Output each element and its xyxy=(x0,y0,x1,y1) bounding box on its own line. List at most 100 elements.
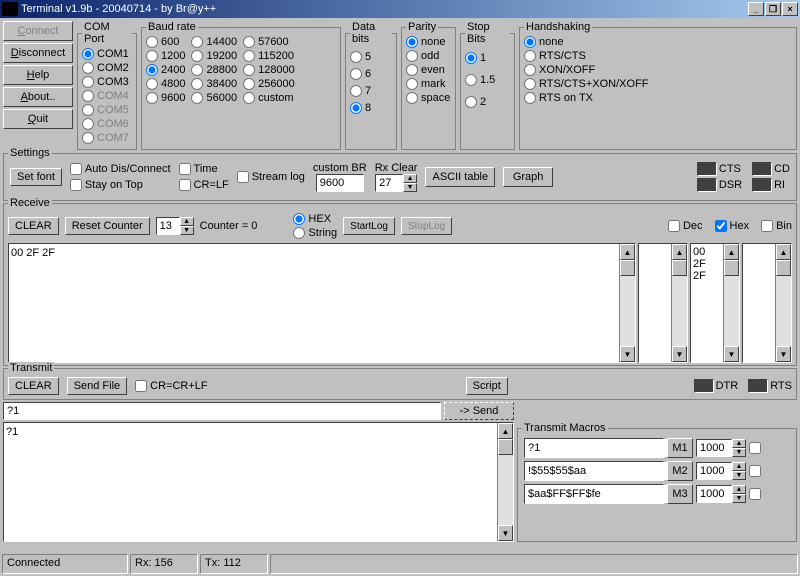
com-COM7[interactable]: COM7 xyxy=(82,131,132,145)
par-none[interactable]: none xyxy=(406,35,451,49)
hs-RTS/CTS+XON/XOFF[interactable]: RTS/CTS+XON/XOFF xyxy=(524,77,792,91)
baud-28800[interactable]: 28800 xyxy=(191,63,237,77)
autodis-check[interactable]: Auto Dis/Connect xyxy=(70,162,171,176)
macro-btn-2[interactable]: M3 xyxy=(667,484,693,504)
baud-custom[interactable]: custom xyxy=(243,91,295,105)
par-space[interactable]: space xyxy=(406,91,451,105)
macro-num-0[interactable] xyxy=(696,439,732,457)
startlog-button[interactable]: StartLog xyxy=(343,217,395,235)
macro-input-1[interactable] xyxy=(525,462,673,480)
rx-spin-input[interactable] xyxy=(156,217,180,235)
baud-9600[interactable]: 9600 xyxy=(146,91,185,105)
streamlog-check[interactable]: Stream log xyxy=(237,170,305,184)
baud-4800[interactable]: 4800 xyxy=(146,77,185,91)
setfont-button[interactable]: Set font xyxy=(10,168,62,186)
sb-1[interactable]: 1 xyxy=(465,51,510,65)
macro-input-2[interactable] xyxy=(525,485,673,503)
dtr-indicator[interactable]: DTR xyxy=(694,379,739,393)
script-button[interactable]: Script xyxy=(466,377,508,395)
baud-256000[interactable]: 256000 xyxy=(243,77,295,91)
rx-spin-up[interactable]: ▲ xyxy=(180,217,194,226)
com-COM3[interactable]: COM3 xyxy=(82,75,132,89)
ascii-button[interactable]: ASCII table xyxy=(425,167,495,187)
databits-6[interactable]: 6 xyxy=(350,67,392,81)
scroll-thumb[interactable] xyxy=(620,260,635,276)
rx-clear-button[interactable]: CLEAR xyxy=(8,217,59,235)
baud-128000[interactable]: 128000 xyxy=(243,63,295,77)
rxclear-up[interactable]: ▲ xyxy=(403,174,417,183)
help-button[interactable]: Help xyxy=(3,65,73,85)
scroll-down[interactable]: ▼ xyxy=(620,346,635,362)
stayontop-check[interactable]: Stay on Top xyxy=(70,178,171,192)
rx-dec-area[interactable]: ▲▼ xyxy=(638,243,688,363)
rx-spin-down[interactable]: ▼ xyxy=(180,226,194,235)
maximize-button[interactable]: ❐ xyxy=(765,2,781,16)
tx-area[interactable]: ?1 ▲▼ xyxy=(3,422,514,542)
par-mark[interactable]: mark xyxy=(406,77,451,91)
hs-XON/XOFF[interactable]: XON/XOFF xyxy=(524,63,792,77)
close-button[interactable]: × xyxy=(782,2,798,16)
par-even[interactable]: even xyxy=(406,63,451,77)
crcrlf-check[interactable]: CR=CR+LF xyxy=(135,379,207,393)
par-odd[interactable]: odd xyxy=(406,49,451,63)
custombr-input[interactable] xyxy=(316,174,364,192)
disconnect-button[interactable]: Disconnect xyxy=(3,43,73,63)
hs-RTS/CTS[interactable]: RTS/CTS xyxy=(524,49,792,63)
rxclear-down[interactable]: ▼ xyxy=(403,183,417,192)
sendfile-button[interactable]: Send File xyxy=(67,377,127,395)
com-COM5[interactable]: COM5 xyxy=(82,103,132,117)
tx-input[interactable] xyxy=(3,402,441,420)
rx-main-area[interactable]: 00 2F 2F ▲▼ xyxy=(8,243,636,363)
bin-check[interactable]: Bin xyxy=(761,219,792,233)
com-COM6[interactable]: COM6 xyxy=(82,117,132,131)
baud-38400[interactable]: 38400 xyxy=(191,77,237,91)
rxclear-input[interactable] xyxy=(375,174,403,192)
baud-600[interactable]: 600 xyxy=(146,35,185,49)
baud-2400[interactable]: 2400 xyxy=(146,63,185,77)
com-COM2[interactable]: COM2 xyxy=(82,61,132,75)
stoplog-button[interactable]: StopLog xyxy=(401,217,452,235)
rx-bin-area[interactable]: ▲▼ xyxy=(742,243,792,363)
com-COM1[interactable]: COM1 xyxy=(82,47,132,61)
crlf-check[interactable]: CR=LF xyxy=(179,178,229,192)
databits-7[interactable]: 7 xyxy=(350,84,392,98)
macro-chk-1[interactable] xyxy=(749,465,761,477)
macro-num-2[interactable] xyxy=(696,485,732,503)
databits-5[interactable]: 5 xyxy=(350,50,392,64)
graph-button[interactable]: Graph xyxy=(503,167,553,187)
rx-hex-radio[interactable]: HEX xyxy=(293,212,337,226)
scroll-up[interactable]: ▲ xyxy=(620,244,635,260)
rts-indicator[interactable]: RTS xyxy=(748,379,792,393)
about-button[interactable]: About.. xyxy=(3,87,73,107)
quit-button[interactable]: Quit xyxy=(3,109,73,129)
macro-input-0[interactable] xyxy=(525,439,673,457)
baud-19200[interactable]: 19200 xyxy=(191,49,237,63)
dec-check[interactable]: Dec xyxy=(668,219,703,233)
hs-RTS on TX[interactable]: RTS on TX xyxy=(524,91,792,105)
time-check[interactable]: Time xyxy=(179,162,229,176)
baud-1200[interactable]: 1200 xyxy=(146,49,185,63)
baud-115200[interactable]: 115200 xyxy=(243,49,295,63)
sb-1.5[interactable]: 1.5 xyxy=(465,73,510,87)
rx-hex-area[interactable]: 002F2F▲▼ xyxy=(690,243,740,363)
macro-num-1[interactable] xyxy=(696,462,732,480)
hex-check[interactable]: Hex xyxy=(715,219,750,233)
hs-none[interactable]: none xyxy=(524,35,792,49)
databits-8[interactable]: 8 xyxy=(350,101,392,115)
minimize-button[interactable]: _ xyxy=(748,2,764,16)
macro-btn-1[interactable]: M2 xyxy=(667,461,693,481)
rx-string-radio[interactable]: String xyxy=(293,226,337,240)
baud-57600[interactable]: 57600 xyxy=(243,35,295,49)
reset-counter-button[interactable]: Reset Counter xyxy=(65,217,150,235)
baud-14400[interactable]: 14400 xyxy=(191,35,237,49)
macro-chk-0[interactable] xyxy=(749,442,761,454)
send-button[interactable]: -> Send xyxy=(444,402,514,420)
com-COM4[interactable]: COM4 xyxy=(82,89,132,103)
sb-2[interactable]: 2 xyxy=(465,95,510,109)
macro-chk-2[interactable] xyxy=(749,488,761,500)
macro-btn-0[interactable]: M1 xyxy=(667,438,693,458)
baud-56000[interactable]: 56000 xyxy=(191,91,237,105)
tx-clear-button[interactable]: CLEAR xyxy=(8,377,59,395)
connect-button[interactable]: CConnectonnect xyxy=(3,21,73,41)
titlebar[interactable]: Terminal v1.9b - 20040714 - by Br@y++ _ … xyxy=(0,0,800,18)
